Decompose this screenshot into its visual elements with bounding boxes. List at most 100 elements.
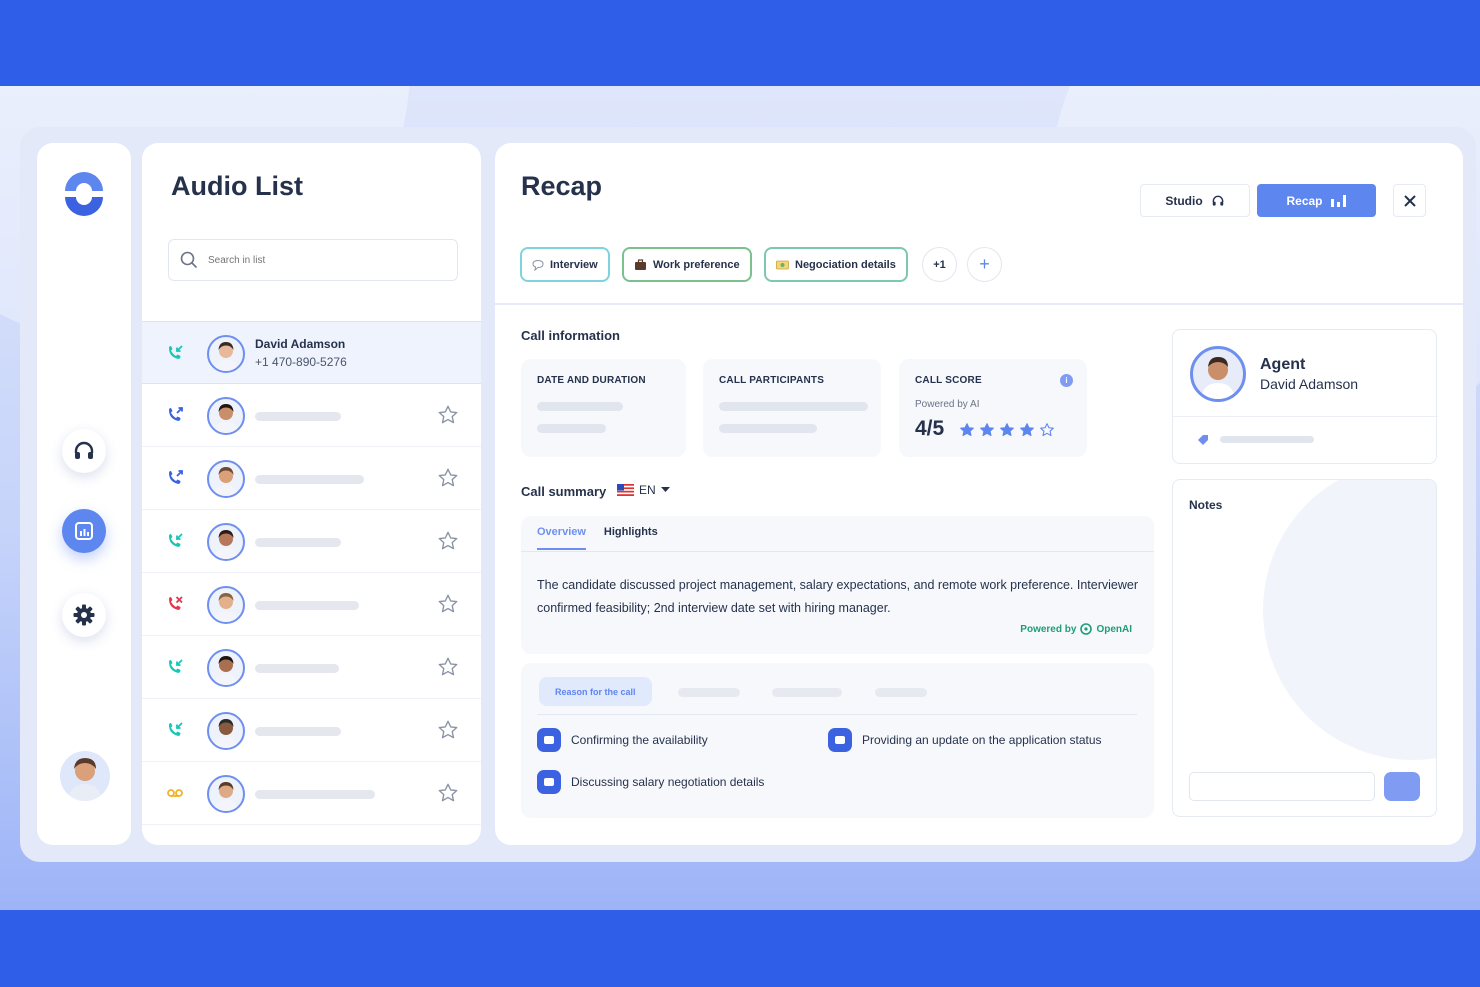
summary-tabs: Overview Highlights: [537, 526, 658, 550]
star-icon[interactable]: [437, 719, 459, 741]
incoming-call-icon: [169, 659, 183, 673]
list-item[interactable]: [142, 636, 481, 699]
info-icon[interactable]: i: [1060, 374, 1073, 387]
tab-placeholder[interactable]: [678, 688, 740, 697]
search-box[interactable]: [168, 239, 458, 281]
contact-avatar: [207, 523, 245, 561]
search-input[interactable]: [208, 254, 428, 266]
person-avatar-icon: [214, 467, 238, 496]
contact-avatar: [207, 712, 245, 750]
header-divider: [495, 303, 1463, 305]
call-score-value: 4/5: [915, 417, 945, 440]
audio-list-panel: Audio List David Adamson +1 470-890-5276: [142, 143, 481, 845]
contact-name-placeholder: [255, 538, 341, 547]
star-icon[interactable]: [437, 656, 459, 678]
powered-by-ai: Powered by AI: [915, 399, 980, 410]
list-item[interactable]: [142, 510, 481, 573]
tab-highlights[interactable]: Highlights: [604, 526, 658, 550]
agent-name: David Adamson: [1260, 376, 1359, 392]
star-icon[interactable]: [437, 593, 459, 615]
list-item[interactable]: David Adamson +1 470-890-5276: [142, 321, 481, 384]
recap-button[interactable]: Recap: [1257, 184, 1376, 217]
nav-headphones-button[interactable]: [62, 429, 106, 473]
call-information-title: Call information: [521, 328, 620, 343]
tag-label: Negociation details: [795, 258, 896, 271]
provider-label: OpenAI: [1096, 623, 1132, 635]
list-item[interactable]: [142, 699, 481, 762]
money-icon: [776, 260, 789, 269]
reasons-card: Reason for the call Confirming the avail…: [521, 663, 1154, 818]
call-participants-card: CALL PARTICIPANTS: [703, 359, 881, 457]
star-filled-icon: [980, 423, 994, 437]
tab-placeholder[interactable]: [875, 688, 927, 697]
list-item[interactable]: [142, 762, 481, 825]
participants-placeholder: [719, 424, 817, 433]
nav-chart-button[interactable]: [62, 509, 106, 553]
add-tag-button[interactable]: +: [967, 247, 1002, 282]
tag-chip[interactable]: Work preference: [622, 247, 752, 282]
studio-button[interactable]: Studio: [1140, 184, 1250, 217]
reason-item: Providing an update on the application s…: [828, 728, 1102, 752]
person-avatar-icon: [214, 656, 238, 685]
openai-icon: [1080, 623, 1093, 635]
headphones-icon: [1212, 195, 1224, 206]
call-summary-title: Call summary: [521, 484, 607, 499]
audio-list-rows: David Adamson +1 470-890-5276: [142, 321, 481, 825]
outgoing-call-icon: [169, 470, 183, 484]
chart-icon: [75, 522, 93, 540]
reasons-divider: [537, 714, 1137, 715]
message-icon: [537, 728, 561, 752]
language-select[interactable]: EN: [617, 483, 670, 497]
person-avatar-icon: [68, 758, 102, 801]
audio-list-title: Audio List: [171, 171, 303, 201]
studio-label: Studio: [1165, 193, 1203, 208]
tab-placeholder[interactable]: [772, 688, 842, 697]
tag-chip[interactable]: Interview: [520, 247, 610, 282]
star-icon[interactable]: [437, 467, 459, 489]
agent-tag-placeholder: [1220, 436, 1314, 443]
person-avatar-icon: [214, 404, 238, 433]
tab-overview[interactable]: Overview: [537, 526, 586, 550]
date-duration-card: DATE AND DURATION: [521, 359, 686, 457]
bars-icon: [1330, 194, 1346, 207]
star-icon[interactable]: [437, 782, 459, 804]
contact-avatar: [207, 460, 245, 498]
sidebar-nav: [37, 143, 131, 845]
list-item[interactable]: [142, 447, 481, 510]
tag-chip[interactable]: Negociation details: [764, 247, 908, 282]
tag-icon: [1198, 435, 1208, 445]
date-duration-label: DATE AND DURATION: [537, 375, 646, 386]
contact-avatar: [207, 775, 245, 813]
nav-settings-button[interactable]: [62, 593, 106, 637]
notes-send-button[interactable]: [1384, 772, 1420, 801]
missed-call-icon: [169, 596, 183, 610]
recap-title: Recap: [521, 171, 603, 201]
contact-name-placeholder: [255, 727, 341, 736]
contact-name-placeholder: [255, 475, 364, 484]
contact-phone: +1 470-890-5276: [255, 355, 347, 369]
user-avatar[interactable]: [60, 751, 110, 801]
reason-item: Confirming the availability: [537, 728, 708, 752]
list-item[interactable]: [142, 384, 481, 447]
outgoing-call-icon: [169, 407, 183, 421]
agent-divider: [1173, 416, 1438, 417]
briefcase-icon: [635, 258, 646, 270]
person-avatar-icon: [214, 342, 238, 371]
close-button[interactable]: [1393, 184, 1426, 217]
us-flag-icon: [617, 484, 634, 496]
agent-card: Agent David Adamson: [1172, 329, 1438, 464]
more-tags-button[interactable]: +1: [922, 247, 957, 282]
contact-name-placeholder: [255, 790, 375, 799]
contact-name-placeholder: [255, 601, 359, 610]
participants-placeholder: [719, 402, 868, 411]
contact-name-placeholder: [255, 664, 339, 673]
notes-input[interactable]: [1189, 772, 1375, 801]
tab-reason-for-the-call[interactable]: Reason for the call: [539, 677, 652, 706]
star-icon[interactable]: [437, 404, 459, 426]
list-item[interactable]: [142, 573, 481, 636]
star-icon[interactable]: [437, 530, 459, 552]
date-placeholder: [537, 402, 623, 411]
incoming-call-icon: [169, 722, 183, 736]
person-avatar-icon: [214, 530, 238, 559]
notes-title: Notes: [1189, 498, 1223, 512]
